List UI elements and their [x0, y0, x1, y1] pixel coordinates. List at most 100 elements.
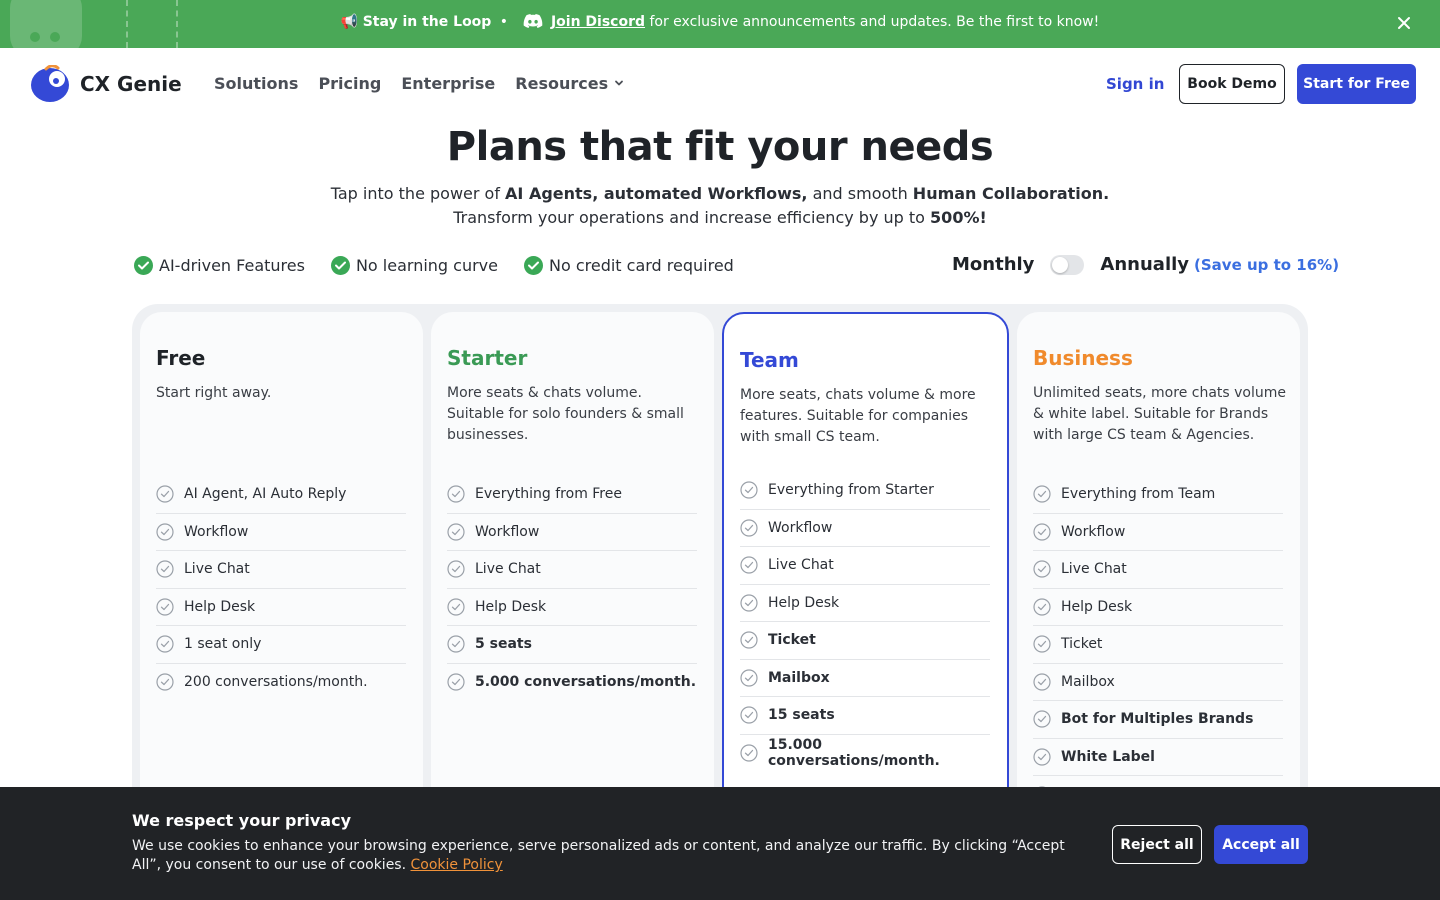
feature-item: 1 seat only: [156, 626, 406, 664]
check-circle-icon: [134, 256, 153, 275]
feature-label: 1 seat only: [184, 636, 262, 653]
feature-label: Help Desk: [184, 598, 256, 615]
feature-item: AI Agent, AI Auto Reply: [156, 476, 406, 514]
plan-card-starter: Starter More seats & chats volume. Suita…: [431, 312, 714, 832]
check-outline-icon: [156, 598, 174, 616]
accept-all-button[interactable]: Accept all: [1214, 825, 1308, 864]
book-demo-button[interactable]: Book Demo: [1179, 64, 1285, 104]
feature-label: Help Desk: [1061, 598, 1133, 615]
feature-item: Ticket: [1033, 626, 1283, 664]
check-outline-icon: [1033, 710, 1051, 728]
check-outline-icon: [1033, 560, 1051, 578]
plan-features: Everything from Free Workflow Live Chat Hel…: [447, 476, 697, 701]
feature-item: Live Chat: [1033, 551, 1283, 589]
feature-item: Help Desk: [447, 589, 697, 626]
feature-label: 5 seats: [475, 636, 532, 653]
brand-name[interactable]: CX Genie: [80, 72, 182, 96]
plan-description: Start right away.: [156, 385, 272, 401]
highlight-item: No credit card required: [523, 256, 734, 275]
check-outline-icon: [156, 523, 174, 541]
feature-label: Bot for Multiples Brands: [1061, 711, 1254, 728]
highlight-item: AI-driven Features: [134, 256, 305, 275]
feature-item: Everything from Team: [1033, 476, 1283, 514]
cookie-text: We use cookies to enhance your browsing …: [132, 838, 1065, 873]
check-circle-icon: [523, 256, 543, 275]
start-for-free-button[interactable]: Start for Free: [1297, 64, 1416, 104]
feature-label: Live Chat: [1061, 561, 1127, 578]
feature-label: 15 seats: [768, 707, 835, 724]
hero-subtitle: Tap into the power of AI Agents, automat…: [330, 184, 1110, 227]
check-outline-icon: [447, 598, 465, 616]
feature-item: 5.000 conversations/month.: [447, 664, 697, 702]
feature-label: Workflow: [1061, 523, 1126, 540]
monthly-label[interactable]: Monthly: [952, 254, 1034, 275]
feature-label: Workflow: [184, 523, 249, 540]
feature-label: Workflow: [768, 519, 833, 536]
check-outline-icon: [156, 485, 174, 503]
plan-features: Everything from Starter Workflow Live Chat…: [740, 472, 990, 772]
check-circle-icon: [330, 256, 350, 275]
main-nav: Solutions Pricing Enterprise Resources: [214, 74, 624, 93]
feature-item: Help Desk: [740, 585, 990, 622]
check-outline-icon: [156, 560, 174, 578]
close-icon[interactable]: [1396, 15, 1412, 31]
check-outline-icon: [740, 519, 758, 537]
feature-label: White Label: [1061, 748, 1155, 765]
feature-item: Help Desk: [1033, 589, 1283, 626]
check-outline-icon: [447, 523, 465, 541]
plan-card-team: Team More seats, chats volume & more fea…: [722, 312, 1009, 832]
feature-label: Help Desk: [768, 594, 840, 611]
reject-all-button[interactable]: Reject all: [1112, 825, 1202, 864]
check-outline-icon: [1033, 748, 1051, 766]
feature-label: 5.000 conversations/month.: [475, 674, 697, 691]
check-outline-icon: [1033, 635, 1051, 653]
plan-card-business: Business Unlimited seats, more chats vol…: [1017, 312, 1300, 832]
feature-label: Live Chat: [184, 561, 250, 578]
feature-item: 15 seats: [740, 697, 990, 735]
feature-label: Everything from Starter: [768, 482, 934, 499]
cookie-banner: We respect your privacy We use cookies t…: [0, 787, 1440, 900]
check-outline-icon: [447, 635, 465, 653]
billing-toggle: Monthly Annually (Save up to 16%): [952, 254, 1339, 275]
nav-solutions[interactable]: Solutions: [214, 74, 298, 93]
nav-pricing[interactable]: Pricing: [318, 74, 381, 93]
plan-name: Business: [1033, 346, 1133, 370]
megaphone-icon: 📢: [340, 14, 359, 30]
feature-label: 15.000 conversations/month.: [768, 737, 940, 770]
nav-resources[interactable]: Resources: [515, 74, 624, 93]
chevron-down-icon: [615, 80, 624, 86]
feature-label: Live Chat: [475, 561, 541, 578]
cookie-policy-link[interactable]: Cookie Policy: [411, 857, 503, 873]
feature-label: Mailbox: [768, 669, 830, 686]
cookie-title: We respect your privacy: [132, 811, 352, 830]
billing-period-switch[interactable]: [1050, 254, 1085, 275]
check-outline-icon: [740, 631, 758, 649]
cx-genie-logo-icon[interactable]: [30, 65, 70, 103]
feature-label: Help Desk: [475, 598, 547, 615]
nav-enterprise[interactable]: Enterprise: [401, 74, 495, 93]
plan-description: More seats, chats volume & more features…: [740, 387, 976, 445]
join-discord-link[interactable]: Join Discord: [551, 14, 645, 30]
sign-in-link[interactable]: Sign in: [1106, 75, 1164, 93]
check-outline-icon: [740, 481, 758, 499]
annually-label[interactable]: Annually: [1100, 254, 1189, 275]
site-header: CX Genie Solutions Pricing Enterprise Re…: [0, 48, 1440, 120]
feature-item: Ticket: [740, 622, 990, 660]
check-outline-icon: [156, 673, 174, 691]
announcement-message: 📢 Stay in the Loop • Join Discord for ex…: [340, 14, 1100, 30]
feature-item: Workflow: [447, 514, 697, 551]
feature-item: Workflow: [740, 510, 990, 547]
feature-item: 15.000 conversations/month.: [740, 735, 990, 773]
feature-item: Mailbox: [1033, 664, 1283, 701]
feature-item: Live Chat: [447, 551, 697, 589]
plan-description: More seats & chats volume. Suitable for …: [447, 385, 684, 443]
check-outline-icon: [447, 485, 465, 503]
feature-label: Everything from Team: [1061, 486, 1216, 503]
page-title: Plans that fit your needs: [446, 124, 994, 170]
feature-item: White Label: [1033, 739, 1283, 776]
plan-name: Team: [740, 348, 799, 372]
plan-features: Everything from Team Workflow Live Chat Hel…: [1033, 476, 1283, 814]
announcement-rest: for exclusive announcements and updates.…: [649, 14, 1100, 30]
check-outline-icon: [740, 556, 758, 574]
feature-label: Workflow: [475, 523, 540, 540]
